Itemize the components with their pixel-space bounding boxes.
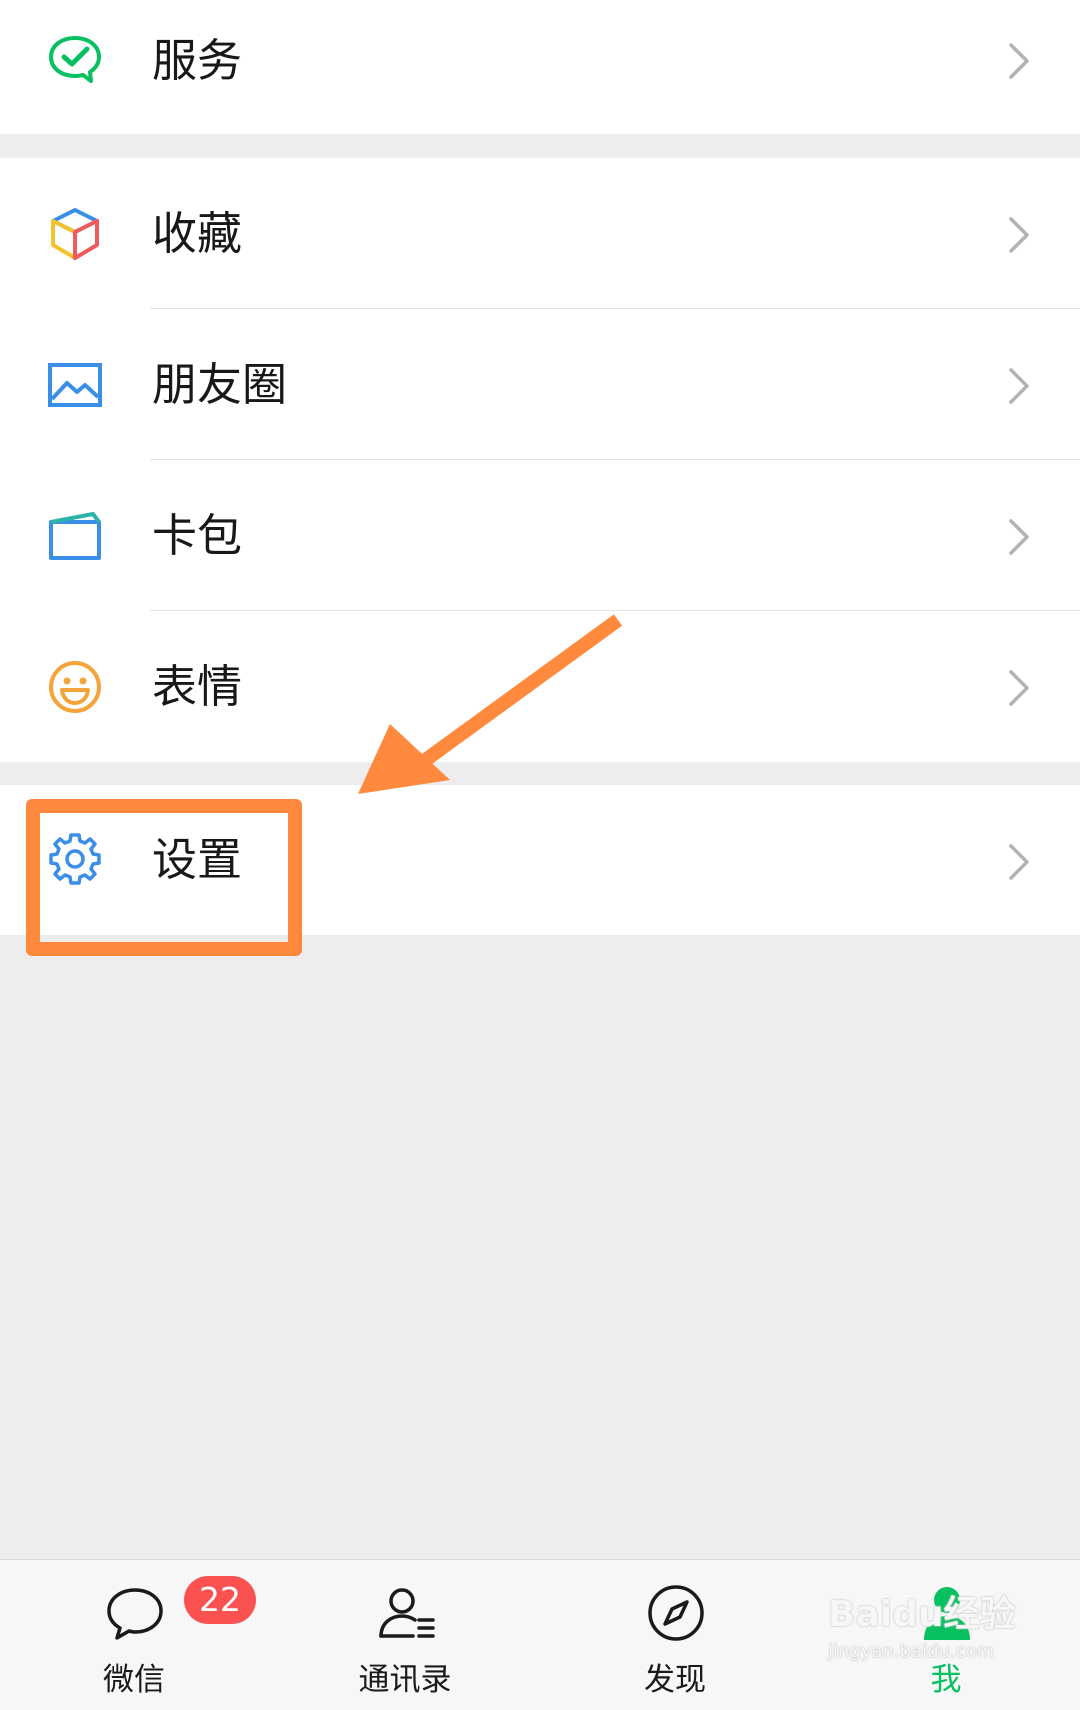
menu-item-service-label: 服务 <box>152 34 243 87</box>
unread-badge: 22 <box>184 1576 256 1624</box>
card-wallet-icon <box>47 508 103 564</box>
menu-item-favorites-label: 收藏 <box>152 207 243 260</box>
chevron-right-icon <box>1008 518 1030 556</box>
tab-chats[interactable]: 22 微信 <box>34 1560 256 1710</box>
watermark: Baidu经验 jingyan.baidu.com <box>828 1585 1078 1695</box>
arrow-icon <box>358 614 623 794</box>
cube-icon <box>47 206 103 262</box>
menu-item-moments[interactable]: 朋友圈 <box>0 309 1080 460</box>
menu-group-service: 服务 <box>0 0 1080 134</box>
menu-item-favorites[interactable]: 收藏 <box>0 158 1080 309</box>
tab-contacts[interactable]: 通讯录 <box>305 1560 505 1710</box>
tab-contacts-label: 通讯录 <box>358 1662 452 1698</box>
chevron-right-icon <box>1008 669 1030 707</box>
menu-item-stickers-label: 表情 <box>152 660 243 713</box>
menu-item-moments-label: 朋友圈 <box>152 358 288 411</box>
chevron-right-icon <box>1008 216 1030 254</box>
compass-icon <box>645 1582 707 1644</box>
tab-chats-label: 微信 <box>103 1662 165 1698</box>
smiley-icon <box>47 659 103 715</box>
highlight-box <box>26 799 302 956</box>
contacts-icon <box>375 1582 437 1644</box>
menu-item-cards[interactable]: 卡包 <box>0 460 1080 611</box>
menu-item-cards-label: 卡包 <box>152 509 243 562</box>
menu-item-service[interactable]: 服务 <box>0 0 1080 134</box>
tab-discover-label: 发现 <box>644 1662 706 1698</box>
tab-discover[interactable]: 发现 <box>575 1560 775 1710</box>
chevron-right-icon <box>1008 42 1030 80</box>
chevron-right-icon <box>1008 843 1030 881</box>
chevron-right-icon <box>1008 367 1030 405</box>
image-icon <box>47 357 103 413</box>
watermark-text: Baidu经验 <box>828 1594 1016 1635</box>
watermark-url: jingyan.baidu.com <box>828 1641 995 1662</box>
service-check-icon <box>47 32 103 88</box>
chat-bubble-icon <box>104 1582 166 1644</box>
